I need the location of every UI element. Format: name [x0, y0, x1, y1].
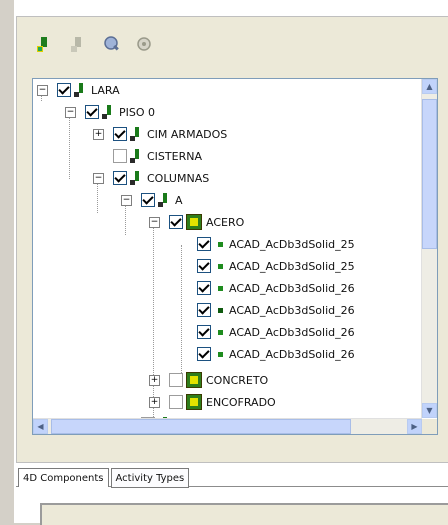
checkbox[interactable]: [197, 281, 211, 295]
checkbox[interactable]: [113, 149, 127, 163]
tree-node-a[interactable]: − A: [121, 189, 183, 211]
component-node-icon: [130, 171, 144, 185]
tree-node-acad-solid[interactable]: ACAD_AcDb3dSolid_25: [197, 233, 355, 255]
expand-toggle[interactable]: +: [93, 129, 104, 140]
component-node-icon: [158, 193, 172, 207]
scrollbar-corner: [422, 419, 437, 434]
checkbox[interactable]: [141, 193, 155, 207]
tree-node-acero[interactable]: − ACERO: [149, 211, 244, 233]
tree-node-label: ACAD_AcDb3dSolid_26: [229, 347, 355, 361]
tree-line: [181, 245, 182, 377]
checkbox[interactable]: [169, 373, 183, 387]
tree-node-label: ACAD_AcDb3dSolid_25: [229, 237, 355, 251]
tree-node-acad-solid[interactable]: ACAD_AcDb3dSolid_26: [197, 343, 355, 365]
tree-node-encofrado[interactable]: + ENCOFRADO: [149, 391, 276, 413]
tree-node-acad-solid[interactable]: ACAD_AcDb3dSolid_26: [197, 321, 355, 343]
collapse-toggle[interactable]: −: [93, 173, 104, 184]
tree-node-piso-0[interactable]: − PISO 0: [65, 101, 155, 123]
scroll-up-arrow-icon[interactable]: ▲: [422, 79, 437, 94]
solid-element-icon: [218, 307, 223, 313]
delete-element-icon[interactable]: [68, 34, 88, 54]
collapse-toggle[interactable]: −: [121, 195, 132, 206]
tree-node-acad-solid[interactable]: ACAD_AcDb3dSolid_26: [197, 299, 355, 321]
component-node-icon: [130, 127, 144, 141]
scroll-down-arrow-icon[interactable]: ▼: [422, 403, 437, 418]
checkbox[interactable]: [169, 395, 183, 409]
checkbox[interactable]: [169, 215, 183, 229]
horizontal-scrollbar[interactable]: ◀ ▶: [33, 418, 422, 434]
component-node-icon: [102, 105, 116, 119]
checkbox[interactable]: [85, 105, 99, 119]
scroll-left-arrow-icon[interactable]: ◀: [33, 419, 48, 434]
tree-node-concreto[interactable]: + CONCRETO: [149, 369, 268, 391]
tree-node-label: COLUMNAS: [147, 171, 210, 185]
expand-toggle[interactable]: +: [149, 397, 160, 408]
tree-node-label: ACERO: [206, 215, 245, 229]
expand-toggle[interactable]: +: [149, 375, 160, 386]
element-group-icon: [186, 214, 202, 230]
tree-node-label: ACAD_AcDb3dSolid_25: [229, 259, 355, 273]
vertical-scrollbar[interactable]: ▲ ▼: [421, 79, 437, 418]
vertical-scroll-thumb[interactable]: [422, 99, 437, 249]
tree-node-label: ACAD_AcDb3dSolid_26: [229, 325, 355, 339]
checkbox[interactable]: [197, 325, 211, 339]
tree-node-label: ACAD_AcDb3dSolid_26: [229, 281, 355, 295]
tree-node-acad-solid[interactable]: ACAD_AcDb3dSolid_25: [197, 255, 355, 277]
collapse-toggle[interactable]: −: [149, 217, 160, 228]
solid-element-icon: [218, 241, 223, 247]
tree-node-label: CONCRETO: [206, 373, 269, 387]
solid-element-icon: [218, 351, 223, 357]
checkbox[interactable]: [197, 303, 211, 317]
tree-node-label: CIM ARMADOS: [147, 127, 228, 141]
scroll-right-arrow-icon[interactable]: ▶: [407, 419, 422, 434]
checkbox[interactable]: [197, 347, 211, 361]
collapse-toggle[interactable]: −: [65, 107, 76, 118]
element-group-icon: [186, 372, 202, 388]
component-node-icon: [130, 149, 144, 163]
tree-node-label: ACAD_AcDb3dSolid_26: [229, 303, 355, 317]
checkbox[interactable]: [197, 259, 211, 273]
element-group-icon: [186, 394, 202, 410]
collapse-toggle[interactable]: −: [37, 85, 48, 96]
solid-element-icon: [218, 329, 223, 335]
solid-element-icon: [218, 285, 223, 291]
tree-node-label: A: [175, 193, 183, 207]
checkbox[interactable]: [113, 171, 127, 185]
tree-node-columnas[interactable]: − COLUMNAS: [93, 167, 209, 189]
component-node-icon: [74, 83, 88, 97]
tree-node-label: ENCOFRADO: [206, 395, 276, 409]
tab-activity-types[interactable]: Activity Types: [110, 468, 190, 488]
tree-node-cim-armados[interactable]: + CIM ARMADOS: [93, 123, 227, 145]
zoom-to-element-icon[interactable]: [102, 34, 122, 54]
tree-node-label: CISTERNA: [147, 149, 202, 163]
horizontal-scroll-thumb[interactable]: [51, 419, 351, 434]
checkbox[interactable]: [57, 83, 71, 97]
checkbox[interactable]: [197, 237, 211, 251]
tree-node-label: PISO 0: [119, 105, 156, 119]
component-tree[interactable]: − LARA − PISO 0 + CIM ARMADOS CISTERNA −…: [32, 78, 438, 435]
bottom-panel: [40, 503, 448, 525]
tree-node-cisterna[interactable]: CISTERNA: [113, 145, 202, 167]
panel-tabs: 4D Components Activity Types: [18, 468, 191, 490]
tree-node-label: LARA: [91, 83, 120, 97]
solid-element-icon: [218, 263, 223, 269]
checkbox[interactable]: [113, 127, 127, 141]
tree-node-lara[interactable]: − LARA: [37, 79, 120, 101]
tree-node-acad-solid[interactable]: ACAD_AcDb3dSolid_26: [197, 277, 355, 299]
add-element-icon[interactable]: [34, 34, 54, 54]
tab-4d-components[interactable]: 4D Components: [18, 468, 109, 487]
refresh-icon[interactable]: [134, 34, 154, 54]
